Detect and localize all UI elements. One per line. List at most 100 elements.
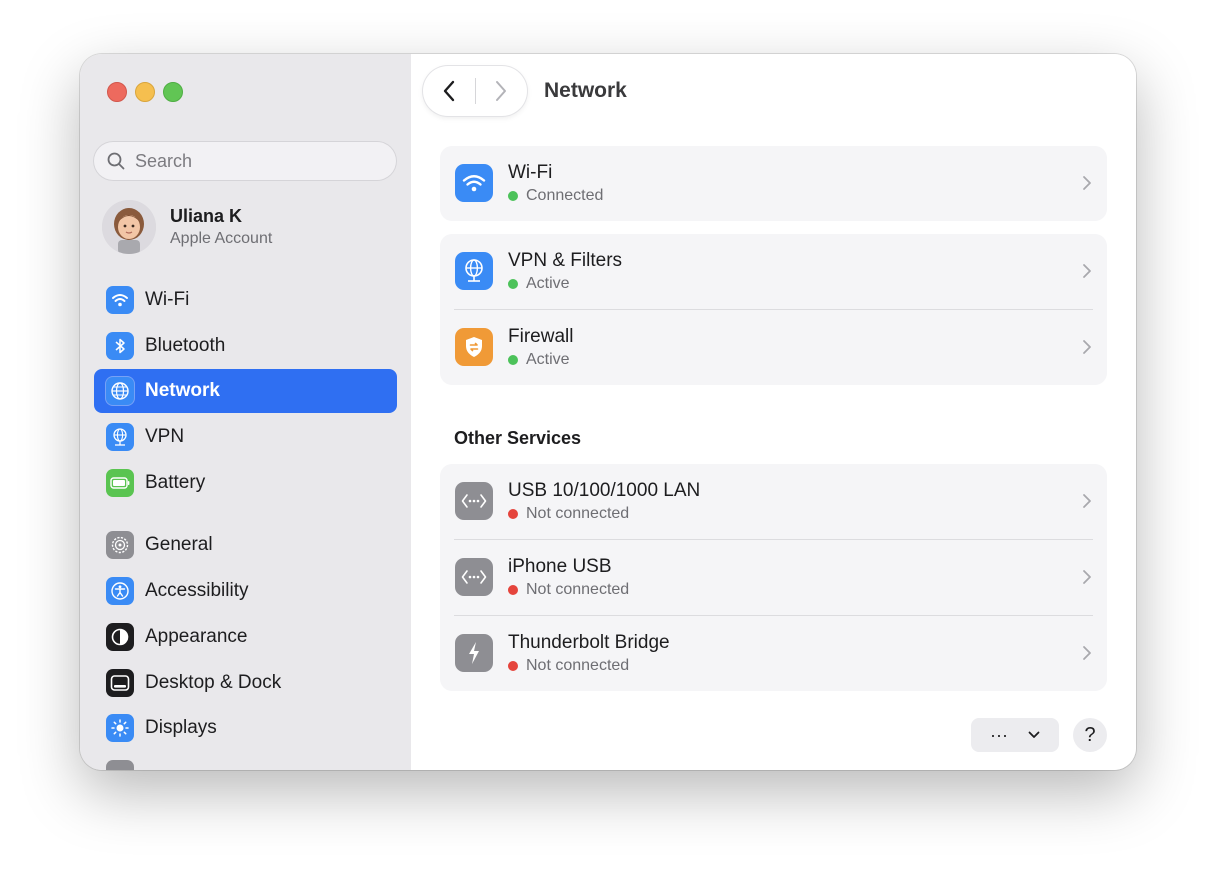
- chevron-right-icon: [496, 81, 507, 101]
- sidebar-item-general[interactable]: General: [94, 523, 397, 567]
- partial-item-icon: [106, 759, 134, 770]
- chevron-right-icon: [1083, 176, 1091, 190]
- search-icon: [107, 152, 125, 170]
- more-label: ···: [990, 724, 1008, 745]
- sidebar: Uliana K Apple Account Wi-Fi Bluetooth: [80, 54, 411, 770]
- sidebar-item-label: Battery: [145, 471, 206, 493]
- row-title: Wi-Fi: [508, 162, 553, 183]
- ethernet-icon: [455, 482, 493, 520]
- navigation-buttons: [423, 66, 527, 116]
- network-row-wifi[interactable]: Wi-Fi Connected: [440, 146, 1107, 221]
- chevron-right-icon: [1083, 494, 1091, 508]
- sun-icon: [106, 714, 134, 743]
- appearance-icon: [106, 622, 134, 651]
- chevron-left-icon: [443, 80, 454, 102]
- close-window-button[interactable]: [107, 82, 127, 102]
- bluetooth-icon: [106, 331, 134, 360]
- globe-icon: [106, 377, 134, 406]
- wifi-icon: [106, 286, 134, 314]
- chevron-right-icon: [1083, 264, 1091, 278]
- row-title: USB 10/100/1000 LAN: [508, 480, 701, 501]
- window-controls: [107, 82, 183, 102]
- minimize-window-button[interactable]: [135, 82, 155, 102]
- wifi-card: Wi-Fi Connected: [440, 146, 1107, 221]
- status-dot: [508, 661, 518, 671]
- vpn-globe-icon: [455, 252, 493, 290]
- sidebar-nav: Wi-Fi Bluetooth Network VPN Battery Gene…: [94, 278, 397, 770]
- vpn-globe-icon: [106, 423, 134, 452]
- back-button[interactable]: [423, 66, 475, 116]
- sidebar-item-network[interactable]: Network: [94, 369, 397, 414]
- avatar: [102, 200, 156, 254]
- sidebar-item-desktop-dock[interactable]: Desktop & Dock: [94, 661, 397, 705]
- network-row-vpn-filters[interactable]: VPN & Filters Active: [440, 234, 1107, 309]
- other-services-card: USB 10/100/1000 LAN Not connected iPhone…: [440, 464, 1107, 691]
- status-dot: [508, 509, 518, 519]
- sidebar-item-label: VPN: [145, 426, 185, 448]
- network-row-usb-lan[interactable]: USB 10/100/1000 LAN Not connected: [440, 464, 1107, 539]
- accessibility-icon: [106, 577, 134, 606]
- security-card: VPN & Filters Active Firewall Active: [440, 234, 1107, 385]
- account-name: Uliana K: [170, 206, 243, 226]
- wifi-icon: [455, 164, 493, 202]
- status-dot: [508, 191, 518, 201]
- sidebar-item-displays[interactable]: Displays: [94, 706, 397, 750]
- chevron-right-icon: [1083, 646, 1091, 660]
- status-dot: [508, 279, 518, 289]
- ethernet-icon: [455, 558, 493, 596]
- sidebar-item-vpn[interactable]: VPN: [94, 415, 397, 459]
- row-title: iPhone USB: [508, 556, 612, 577]
- more-actions-button[interactable]: ···: [971, 718, 1059, 752]
- status-text: Not connected: [526, 657, 630, 674]
- sidebar-item-accessibility[interactable]: Accessibility: [94, 569, 397, 613]
- sidebar-item-label: Network: [145, 380, 220, 402]
- row-status: Not connected: [508, 505, 629, 523]
- row-status: Connected: [508, 187, 603, 205]
- row-status: Not connected: [508, 657, 629, 675]
- battery-icon: [106, 468, 134, 497]
- main-pane: Network Wi-Fi Connected VPN & Filters Ac…: [411, 54, 1136, 770]
- row-title: VPN & Filters: [508, 250, 623, 271]
- chevron-right-icon: [1083, 340, 1091, 354]
- status-dot: [508, 585, 518, 595]
- zoom-window-button[interactable]: [163, 82, 183, 102]
- thunderbolt-icon: [455, 634, 493, 672]
- gear-icon: [106, 531, 134, 560]
- sidebar-item-battery[interactable]: Battery: [94, 461, 397, 505]
- help-button[interactable]: ?: [1073, 718, 1107, 752]
- sidebar-item-partial[interactable]: [94, 752, 397, 770]
- sidebar-item-appearance[interactable]: Appearance: [94, 615, 397, 659]
- status-text: Not connected: [526, 505, 630, 522]
- sidebar-item-label: Appearance: [145, 625, 248, 647]
- status-text: Not connected: [526, 581, 630, 598]
- sidebar-item-label: Displays: [145, 717, 217, 739]
- row-status: Not connected: [508, 581, 629, 599]
- sidebar-item-bluetooth[interactable]: Bluetooth: [94, 324, 397, 368]
- network-row-firewall[interactable]: Firewall Active: [440, 310, 1107, 385]
- dock-icon: [106, 668, 134, 697]
- account-subtitle: Apple Account: [170, 230, 273, 247]
- status-text: Active: [526, 351, 570, 368]
- sidebar-item-label: Wi-Fi: [145, 289, 190, 310]
- network-row-iphone-usb[interactable]: iPhone USB Not connected: [440, 540, 1107, 615]
- firewall-shield-icon: [455, 328, 493, 366]
- status-dot: [508, 355, 518, 365]
- chevron-down-icon: [1028, 731, 1040, 738]
- row-status: Active: [508, 275, 570, 293]
- search-input[interactable]: [133, 149, 377, 173]
- forward-button[interactable]: [475, 66, 527, 116]
- status-text: Active: [526, 275, 570, 292]
- status-text: Connected: [526, 187, 604, 204]
- sidebar-item-label: Accessibility: [145, 580, 249, 602]
- search-field[interactable]: [93, 141, 397, 181]
- network-row-thunderbolt-bridge[interactable]: Thunderbolt Bridge Not connected: [440, 616, 1107, 691]
- row-title: Thunderbolt Bridge: [508, 632, 670, 653]
- sidebar-item-label: Bluetooth: [145, 334, 226, 356]
- section-title-other-services: Other Services: [454, 428, 582, 448]
- settings-window: Uliana K Apple Account Wi-Fi Bluetooth: [80, 54, 1136, 770]
- sidebar-item-wifi[interactable]: Wi-Fi: [94, 278, 397, 322]
- page-title: Network: [544, 79, 627, 102]
- apple-account[interactable]: Uliana K Apple Account: [102, 200, 272, 254]
- row-title: Firewall: [508, 326, 574, 347]
- chevron-right-icon: [1083, 570, 1091, 584]
